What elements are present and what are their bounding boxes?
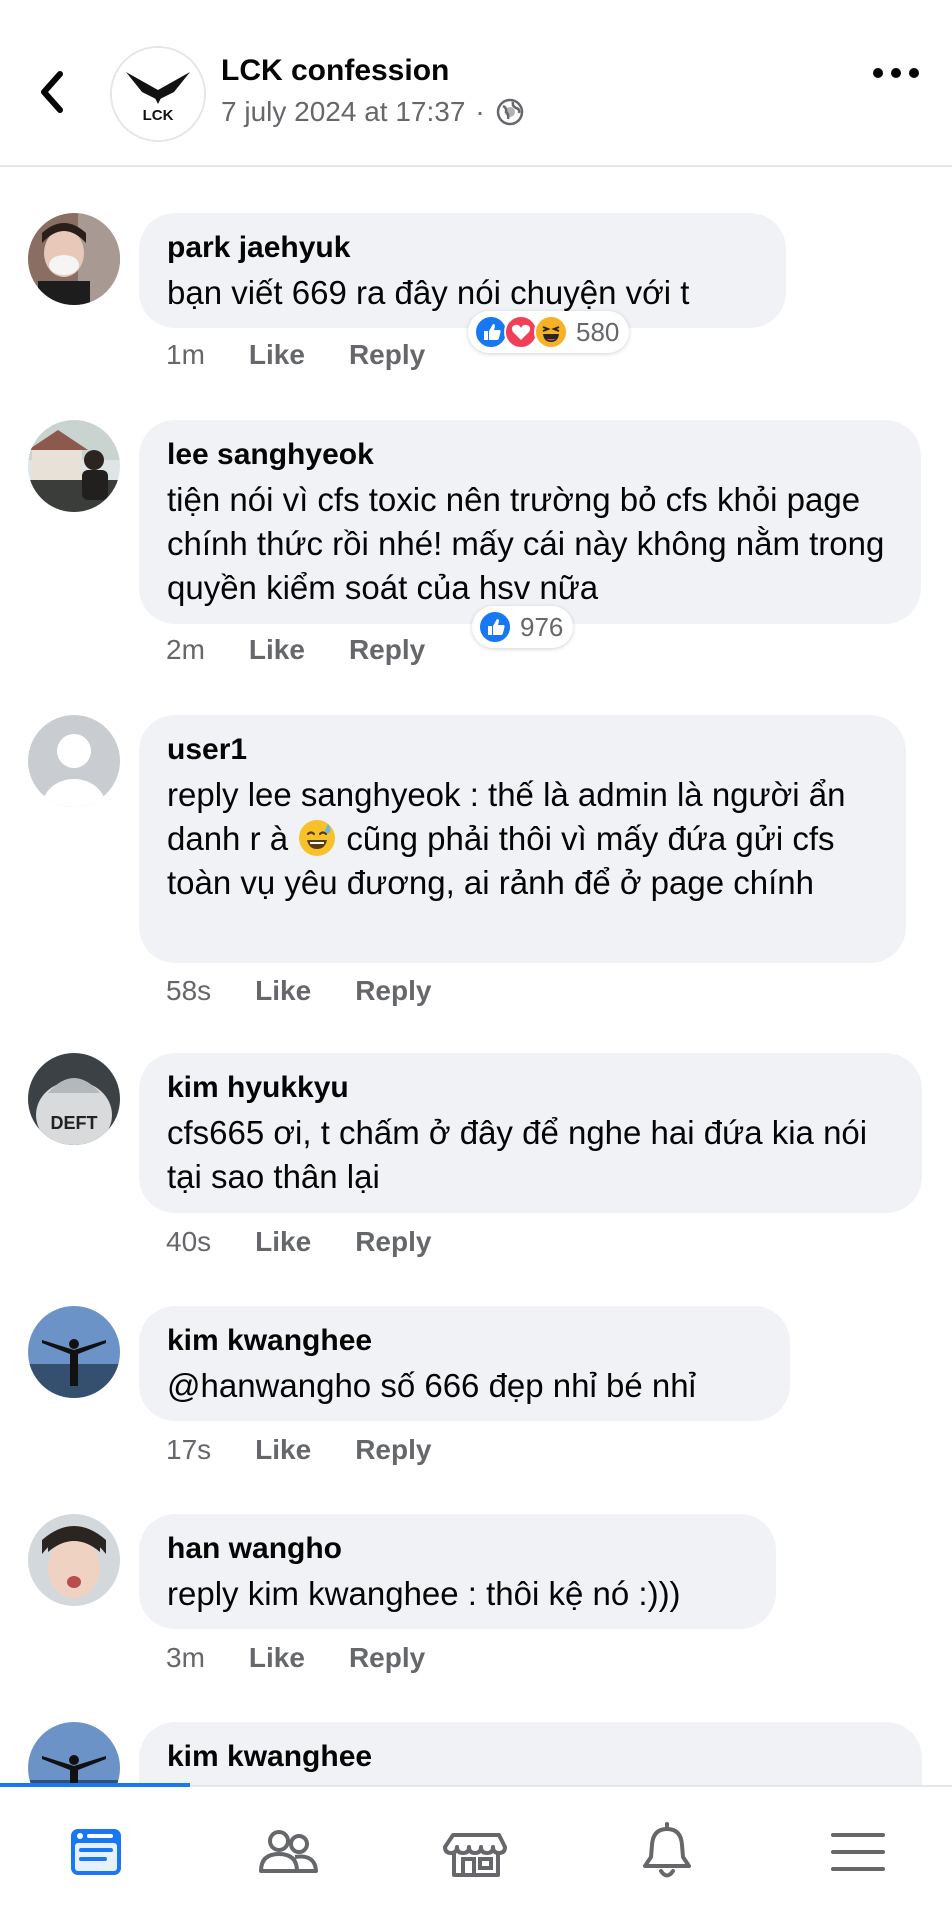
like-button[interactable]: Like <box>255 1434 311 1466</box>
lck-logo: LCK <box>112 48 204 140</box>
meta-separator: · <box>475 96 485 127</box>
back-button[interactable] <box>30 62 80 122</box>
nav-notifications[interactable] <box>632 1817 702 1887</box>
avatar-photo <box>28 1306 120 1398</box>
avatar[interactable] <box>28 1306 120 1398</box>
comment-author[interactable]: kim kwanghee <box>167 1738 894 1776</box>
comment-actions: 1m Like Reply <box>166 339 469 371</box>
avatar-photo <box>28 1514 120 1606</box>
like-button[interactable]: Like <box>249 339 305 371</box>
sweat-smile-emoji <box>299 820 336 856</box>
more-dots-icon <box>873 68 919 78</box>
haha-icon <box>534 315 568 349</box>
comment-author[interactable]: lee sanghyeok <box>167 436 893 474</box>
comment-time[interactable]: 1m <box>166 339 205 371</box>
reaction-count: 976 <box>520 611 564 642</box>
comment-time[interactable]: 3m <box>166 1642 205 1674</box>
comment-text: @hanwangho số 666 đẹp nhỉ bé nhỉ <box>167 1367 696 1404</box>
comment-bubble[interactable]: kim hyukkyu cfs665 ơi, t chấm ở đây để n… <box>139 1053 922 1213</box>
bottom-navigation <box>0 1783 952 1922</box>
avatar-photo <box>28 420 120 512</box>
nav-feed[interactable] <box>61 1817 131 1887</box>
reply-button[interactable]: Reply <box>355 975 431 1007</box>
comment-text: bạn viết 669 ra đây nói chuyện với t <box>167 274 690 311</box>
reaction-count: 580 <box>576 316 620 347</box>
comment-bubble[interactable]: lee sanghyeok tiện nói vì cfs toxic nên … <box>139 420 921 624</box>
lck-logo-text: LCK <box>143 107 174 124</box>
comment-bubble[interactable]: kim kwanghee @hanwangho số 666 đẹp nhỉ b… <box>139 1306 790 1421</box>
reply-button[interactable]: Reply <box>355 1226 431 1258</box>
post-header: LCK LCK confession 7 july 2024 at 17:37 … <box>0 0 952 167</box>
reply-button[interactable]: Reply <box>349 634 425 666</box>
comment-text: cfs665 ơi, t chấm ở đây để nghe hai đứa … <box>167 1114 868 1195</box>
avatar[interactable]: DEFT <box>28 1053 120 1145</box>
avatar-photo: DEFT <box>28 1053 120 1145</box>
like-icon <box>474 315 508 349</box>
reaction-summary[interactable]: 580 <box>468 311 630 353</box>
reaction-summary[interactable]: 976 <box>472 606 574 648</box>
comment-actions: 2m Like Reply <box>166 634 469 666</box>
default-avatar-icon <box>28 715 120 807</box>
comment-time[interactable]: 58s <box>166 975 211 1007</box>
like-icon <box>478 610 512 644</box>
like-button[interactable]: Like <box>255 1226 311 1258</box>
comment-author[interactable]: kim kwanghee <box>167 1322 762 1360</box>
comment-time[interactable]: 17s <box>166 1434 211 1466</box>
nav-friends[interactable] <box>253 1817 323 1887</box>
comment-bubble[interactable]: park jaehyuk bạn viết 669 ra đây nói chu… <box>139 213 786 328</box>
comment-bubble[interactable]: user1 reply lee sanghyeok : thế là admin… <box>139 715 906 963</box>
marketplace-icon <box>443 1833 507 1877</box>
notifications-icon <box>643 1822 691 1878</box>
page-avatar[interactable]: LCK <box>110 46 206 142</box>
comment-time[interactable]: 40s <box>166 1226 211 1258</box>
like-button[interactable]: Like <box>255 975 311 1007</box>
post-date[interactable]: 7 july 2024 at 17:37 <box>221 96 465 128</box>
comment-author[interactable]: user1 <box>167 731 878 769</box>
feed-icon <box>71 1829 121 1875</box>
avatar[interactable] <box>28 420 120 512</box>
avatar[interactable] <box>28 715 120 807</box>
comment-actions: 17s Like Reply <box>166 1434 475 1466</box>
globe-icon <box>496 98 523 126</box>
reply-button[interactable]: Reply <box>355 1434 431 1466</box>
comment-time[interactable]: 2m <box>166 634 205 666</box>
reply-button[interactable]: Reply <box>349 339 425 371</box>
more-options-button[interactable] <box>868 58 924 88</box>
menu-icon <box>831 1833 885 1871</box>
chevron-left-icon <box>41 71 63 113</box>
comment-author[interactable]: han wangho <box>167 1530 748 1568</box>
page-name[interactable]: LCK confession <box>221 54 449 88</box>
comment-author[interactable]: park jaehyuk <box>167 229 758 267</box>
comment-text: reply kim kwanghee : thôi kệ nó :))) <box>167 1575 681 1612</box>
comment-author[interactable]: kim hyukkyu <box>167 1069 894 1107</box>
avatar-text: DEFT <box>51 1113 98 1133</box>
like-button[interactable]: Like <box>249 1642 305 1674</box>
avatar[interactable] <box>28 1514 120 1606</box>
comment-text: reply lee sanghyeok : thế là admin là ng… <box>167 773 878 905</box>
like-button[interactable]: Like <box>249 634 305 666</box>
nav-marketplace[interactable] <box>441 1817 511 1887</box>
comment-text: tiện nói vì cfs toxic nên trường bỏ cfs … <box>167 481 885 606</box>
post-meta: 7 july 2024 at 17:37 · <box>221 96 525 128</box>
love-icon <box>504 315 538 349</box>
reply-button[interactable]: Reply <box>349 1642 425 1674</box>
nav-menu[interactable] <box>823 1817 893 1887</box>
comment-actions: 40s Like Reply <box>166 1226 475 1258</box>
avatar-photo <box>28 213 120 305</box>
comment-actions: 3m Like Reply <box>166 1642 469 1674</box>
friends-icon <box>259 1830 318 1873</box>
avatar[interactable] <box>28 213 120 305</box>
active-tab-indicator <box>0 1783 190 1787</box>
comment-bubble[interactable]: han wangho reply kim kwanghee : thôi kệ … <box>139 1514 776 1629</box>
comment-actions: 58s Like Reply <box>166 975 475 1007</box>
